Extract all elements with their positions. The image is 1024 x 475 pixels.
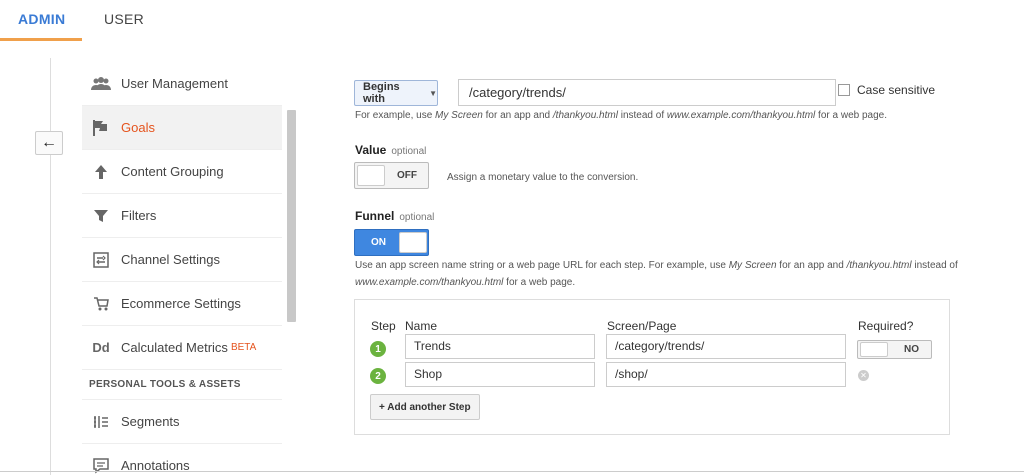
sidebar-item-label: Calculated Metrics <box>121 340 228 355</box>
destination-url-input[interactable]: /category/trends/ <box>458 79 836 106</box>
bottom-divider <box>0 471 1024 472</box>
funnel-help-text: Use an app screen name string or a web p… <box>355 260 958 288</box>
match-type-value: Begins with <box>363 81 400 105</box>
sidebar-item-label: Goals <box>121 120 155 135</box>
back-arrow-button[interactable]: ← <box>35 131 63 155</box>
channel-settings-icon <box>82 251 120 268</box>
funnel-toggle[interactable]: ON <box>354 229 429 256</box>
toggle-knob <box>399 232 427 253</box>
sidebar-item-channel-settings[interactable]: Channel Settings <box>82 238 282 282</box>
value-help-text: Assign a monetary value to the conversio… <box>447 172 639 183</box>
beta-badge: BETA <box>230 342 257 353</box>
sidebar-item-label: Filters <box>121 208 157 223</box>
required-toggle[interactable]: NO <box>857 340 932 359</box>
value-section-title: Value optional <box>355 143 427 157</box>
match-type-dropdown[interactable]: Begins with ▼ <box>354 80 438 106</box>
users-icon <box>82 76 120 91</box>
case-sensitive-checkbox[interactable] <box>838 84 850 96</box>
content-grouping-icon <box>82 164 120 180</box>
column-header-screen: Screen/Page <box>607 319 677 333</box>
active-tab-indicator <box>0 38 82 41</box>
column-header-required: Required? <box>858 319 914 333</box>
funnel-toggle-state: ON <box>371 237 386 248</box>
sidebar-item-calculated-metrics[interactable]: Dd Calculated Metrics BETA <box>82 326 282 370</box>
sidebar-item-label: Channel Settings <box>121 252 221 267</box>
toggle-knob <box>357 165 385 186</box>
value-toggle[interactable]: OFF <box>354 162 429 189</box>
value-toggle-state: OFF <box>397 170 417 181</box>
section-header-personal-tools: PERSONAL TOOLS & ASSETS <box>82 370 282 400</box>
required-toggle-state: NO <box>904 344 919 355</box>
step-name-input[interactable]: Shop <box>405 362 595 387</box>
step-number-badge: 1 <box>370 341 386 357</box>
sidebar-item-ecommerce-settings[interactable]: Ecommerce Settings <box>82 282 282 326</box>
column-header-name: Name <box>405 319 438 333</box>
tab-user[interactable]: USER <box>104 11 144 27</box>
step-number-badge: 2 <box>370 368 386 384</box>
column-header-step: Step <box>371 319 396 333</box>
top-tab-bar: ADMIN USER <box>0 0 1024 42</box>
add-step-button[interactable]: + Add another Step <box>370 394 480 420</box>
sidebar-item-content-grouping[interactable]: Content Grouping <box>82 150 282 194</box>
filter-icon <box>82 208 120 224</box>
sidebar-scrollbar[interactable] <box>287 110 296 322</box>
chevron-down-icon: ▼ <box>429 88 437 98</box>
optional-label: optional <box>399 212 435 223</box>
cart-icon <box>82 296 120 312</box>
sidebar-item-label: User Management <box>121 76 228 91</box>
segments-icon <box>82 414 120 430</box>
sidebar-item-label: Segments <box>121 414 180 429</box>
admin-side-nav: User Management Goals Content Grouping F… <box>82 62 282 475</box>
flag-icon <box>82 119 120 136</box>
sidebar-item-goals[interactable]: Goals <box>82 106 282 150</box>
tab-admin[interactable]: ADMIN <box>18 11 65 27</box>
left-rail-divider <box>50 58 51 475</box>
funnel-section-title: Funnel optional <box>355 209 435 223</box>
sidebar-item-user-management[interactable]: User Management <box>82 62 282 106</box>
step-name-input[interactable]: Trends <box>405 334 595 359</box>
case-sensitive-label: Case sensitive <box>857 83 936 97</box>
sidebar-item-label: Ecommerce Settings <box>121 296 241 311</box>
step-screen-input[interactable]: /shop/ <box>606 362 846 387</box>
remove-step-icon[interactable]: ✕ <box>858 370 869 381</box>
funnel-steps-table: Step Name Screen/Page Required? 1 Trends… <box>354 299 950 435</box>
sidebar-item-label: Content Grouping <box>121 164 224 179</box>
optional-label: optional <box>391 146 427 157</box>
step-screen-input[interactable]: /category/trends/ <box>606 334 846 359</box>
dd-icon: Dd <box>92 340 110 355</box>
sidebar-item-filters[interactable]: Filters <box>82 194 282 238</box>
destination-help-text: For example, use My Screen for an app an… <box>355 110 887 121</box>
toggle-knob <box>860 342 888 357</box>
sidebar-item-segments[interactable]: Segments <box>82 400 282 444</box>
